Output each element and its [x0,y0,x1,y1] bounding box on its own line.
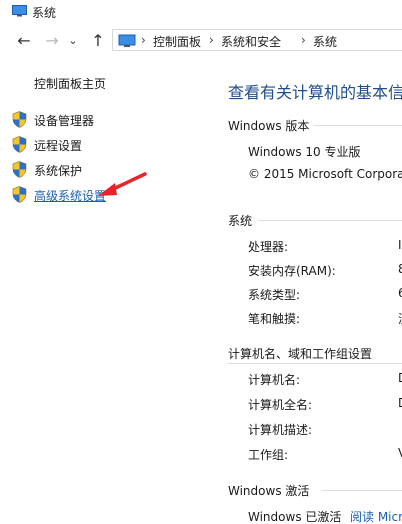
full-computer-name-label: 计算机全名: [248,398,313,412]
computer-icon [118,34,136,47]
address-bar[interactable]: › 控制面板 › 系统和安全 › 系统 [112,29,402,51]
computer-name-value: D [398,371,402,385]
window-title: 系统 [32,6,57,20]
breadcrumb-system[interactable]: 系统 [313,33,337,50]
full-computer-name-value: D [398,396,402,410]
computer-description-label: 计算机描述: [248,423,313,437]
system-type-label: 系统类型: [248,288,301,302]
section-divider [314,125,402,126]
shield-icon [12,136,27,153]
breadcrumb-separator: › [209,33,214,47]
breadcrumb-separator: › [301,33,306,47]
recent-locations-dropdown[interactable]: ⌄ [66,30,80,52]
system-section-heading: 系统 [228,214,253,228]
edition-section-heading: Windows 版本 [228,119,310,133]
main-content: 查看有关计算机的基本信 Windows 版本 Windows 10 专业版 © … [212,60,402,524]
page-title: 查看有关计算机的基本信 [228,83,402,102]
up-button[interactable]: ↑ [88,30,108,52]
breadcrumb-control-panel[interactable]: 控制面板 [153,33,201,50]
pen-touch-label: 笔和触摸: [248,312,301,326]
sidebar: 控制面板主页 设备管理器 远程设置 系统保护 高级系统设置 [0,60,212,524]
breadcrumb-system-security[interactable]: 系统和安全 [221,33,281,50]
copyright-text: © 2015 Microsoft Corpora [248,167,402,181]
ram-value: 8 [398,262,402,276]
workgroup-label: 工作组: [248,448,289,462]
shield-icon [12,111,27,128]
title-bar: 系统 [0,0,402,24]
sidebar-item-label: 系统保护 [34,164,83,178]
sidebar-item-label: 设备管理器 [34,114,95,128]
section-divider [258,220,402,221]
processor-label: 处理器: [248,240,289,254]
read-license-link[interactable]: 阅读 Micr [350,508,402,524]
forward-button[interactable]: → [42,30,62,52]
sidebar-item-label: 远程设置 [34,139,83,153]
windows-edition: Windows 10 专业版 [248,145,361,159]
shield-icon [12,186,27,203]
processor-value: I [398,238,402,252]
back-button[interactable]: ← [14,30,34,52]
workgroup-value: V [398,446,402,460]
activation-section-heading: Windows 激活 [228,484,310,498]
control-panel-home-link[interactable]: 控制面板主页 [34,75,106,92]
navigation-bar: ← → ⌄ ↑ › 控制面板 › 系统和安全 › 系统 [0,28,402,54]
computer-name-section-heading: 计算机名、域和工作组设置 [228,347,373,361]
section-divider [228,363,402,364]
breadcrumb-separator: › [141,33,146,47]
annotation-arrow-icon [98,172,147,196]
system-type-value: 6 [398,286,402,300]
pen-touch-value: 没 [398,310,402,327]
computer-name-label: 计算机名: [248,373,301,387]
activation-status: Windows 已激活 [248,510,342,524]
computer-icon [12,5,27,17]
ram-label: 安装内存(RAM): [248,264,336,278]
shield-icon [12,161,27,178]
section-divider [322,490,402,491]
